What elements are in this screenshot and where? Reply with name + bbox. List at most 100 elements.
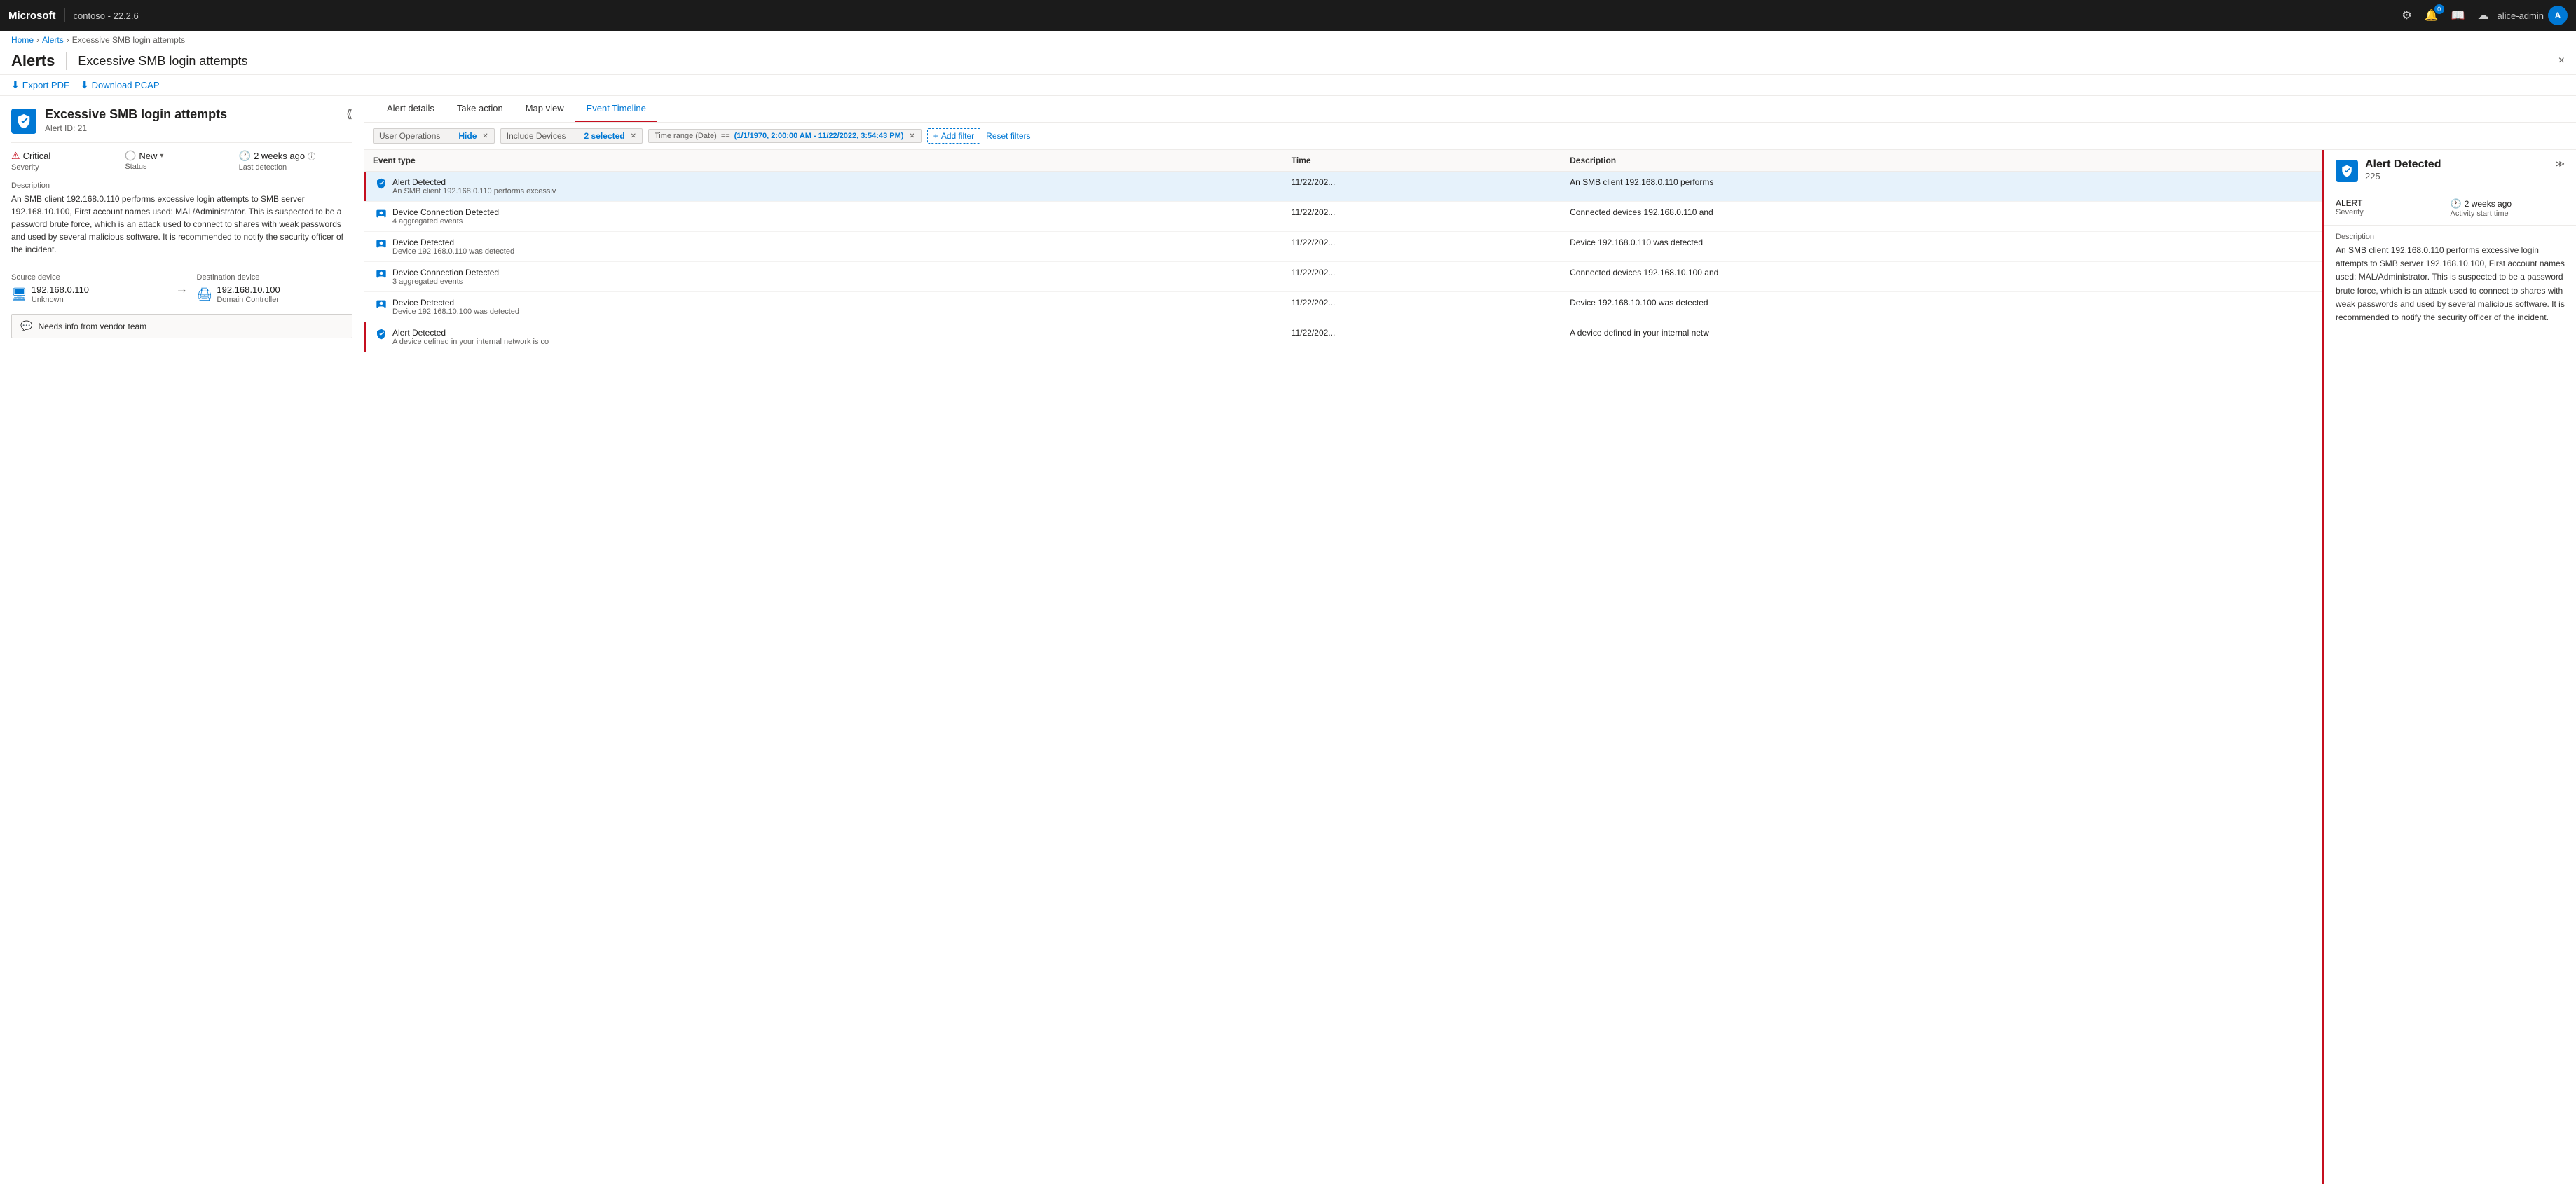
description-text: An SMB client 192.168.0.110 performs exc… bbox=[11, 193, 352, 256]
detail-expand-button[interactable]: ≫ bbox=[2555, 158, 2565, 170]
event-icon bbox=[376, 238, 390, 249]
detail-clock-icon: 🕐 bbox=[2451, 198, 2462, 209]
event-table-body: Alert Detected An SMB client 192.168.0.1… bbox=[364, 172, 2322, 352]
event-type-cell: Alert Detected A device defined in your … bbox=[364, 322, 1283, 352]
event-sub: An SMB client 192.168.0.110 performs exc… bbox=[392, 187, 556, 195]
event-desc-cell: An SMB client 192.168.0.110 performs bbox=[1561, 172, 2322, 202]
status-label: Status bbox=[125, 163, 230, 171]
filter-close-2[interactable]: ✕ bbox=[631, 132, 636, 140]
dest-device-label: Destination device bbox=[197, 273, 353, 282]
event-icon bbox=[376, 208, 390, 219]
breadcrumb-home[interactable]: Home bbox=[11, 35, 34, 45]
title-divider bbox=[66, 52, 67, 70]
avatar: A bbox=[2548, 6, 2568, 25]
detail-time-value: 🕐 2 weeks ago bbox=[2451, 198, 2565, 209]
event-time-cell: 11/22/202... bbox=[1283, 232, 1561, 262]
detail-severity-col: ALERT Severity bbox=[2336, 198, 2451, 218]
breadcrumb-alerts[interactable]: Alerts bbox=[42, 35, 64, 45]
status-text: New bbox=[139, 151, 157, 161]
filter-val-1: Hide bbox=[458, 131, 477, 141]
add-filter-button[interactable]: + Add filter bbox=[927, 128, 980, 144]
table-row[interactable]: Device Connection Detected 3 aggregated … bbox=[364, 262, 2322, 292]
cloud-icon[interactable]: ☁ bbox=[2478, 8, 2489, 22]
dest-device-section: Destination device 🖨 192.168.10.100 Doma… bbox=[197, 273, 353, 304]
status-value: New ▾ bbox=[125, 150, 230, 161]
event-time-cell: 11/22/202... bbox=[1283, 202, 1561, 232]
tab-alert-details[interactable]: Alert details bbox=[376, 96, 446, 122]
dest-device-info: 192.168.10.100 Domain Controller bbox=[217, 284, 280, 304]
event-type-cell: Device Connection Detected 3 aggregated … bbox=[364, 262, 1283, 292]
description-section: Description An SMB client 192.168.0.110 … bbox=[11, 181, 352, 256]
detail-panel: Alert Detected 225 ≫ ALERT Severity 🕐 2 … bbox=[2324, 150, 2576, 1184]
settings-icon[interactable]: ⚙ bbox=[2402, 8, 2411, 22]
tab-event-timeline[interactable]: Event Timeline bbox=[575, 96, 657, 122]
source-device-ip: 192.168.0.110 bbox=[32, 284, 89, 295]
page-header: Alerts Excessive SMB login attempts × bbox=[0, 49, 2576, 75]
alert-id: Alert ID: 21 bbox=[45, 123, 227, 133]
status-cell: New ▾ Status bbox=[125, 150, 238, 172]
detail-header: Alert Detected 225 ≫ bbox=[2324, 150, 2576, 191]
event-time-cell: 11/22/202... bbox=[1283, 322, 1561, 352]
breadcrumb-sep2: › bbox=[67, 35, 69, 45]
dest-device-value: 🖨 192.168.10.100 Domain Controller bbox=[197, 284, 353, 304]
detail-description: Description An SMB client 192.168.0.110 … bbox=[2324, 226, 2576, 1184]
breadcrumb-current: Excessive SMB login attempts bbox=[72, 35, 185, 45]
table-row[interactable]: Device Detected Device 192.168.0.110 was… bbox=[364, 232, 2322, 262]
status-chevron[interactable]: ▾ bbox=[160, 152, 163, 160]
event-name: Device Detected bbox=[392, 298, 519, 308]
download-pcap-label: Download PCAP bbox=[92, 80, 160, 90]
event-area: Event type Time Description Alert Detect… bbox=[364, 150, 2576, 1184]
event-name: Device Detected bbox=[392, 238, 514, 247]
arrow-right-icon: → bbox=[176, 282, 189, 296]
download-icon: ⬇ bbox=[11, 79, 20, 91]
export-pdf-button[interactable]: ⬇ Export PDF bbox=[11, 79, 69, 91]
topbar-icons: ⚙ 🔔 0 📖 ☁ bbox=[2402, 8, 2488, 22]
username-label: alice-admin bbox=[2498, 11, 2544, 21]
severity-label: Severity bbox=[11, 163, 116, 172]
topbar-user[interactable]: alice-admin A bbox=[2498, 6, 2568, 25]
critical-icon: ⚠ bbox=[11, 150, 20, 162]
tab-map-view[interactable]: Map view bbox=[514, 96, 575, 122]
topbar-app: contoso - 22.2.6 bbox=[74, 11, 139, 21]
table-row[interactable]: Device Detected Device 192.168.10.100 wa… bbox=[364, 292, 2322, 322]
page-title: Alerts bbox=[11, 52, 55, 70]
filter-close-1[interactable]: ✕ bbox=[482, 132, 488, 140]
notification-icon[interactable]: 🔔 0 bbox=[2425, 8, 2439, 22]
event-icon bbox=[376, 329, 390, 340]
event-desc-cell: Device 192.168.0.110 was detected bbox=[1561, 232, 2322, 262]
event-time-cell: 11/22/202... bbox=[1283, 172, 1561, 202]
tab-take-action[interactable]: Take action bbox=[446, 96, 514, 122]
close-button[interactable]: × bbox=[2558, 55, 2565, 67]
event-icon bbox=[376, 298, 390, 310]
table-row[interactable]: Device Connection Detected 4 aggregated … bbox=[364, 202, 2322, 232]
filter-op-2: == bbox=[570, 131, 580, 141]
page-subtitle: Excessive SMB login attempts bbox=[78, 54, 247, 69]
table-row[interactable]: Alert Detected An SMB client 192.168.0.1… bbox=[364, 172, 2322, 202]
detail-severity-sub: Severity bbox=[2336, 208, 2451, 216]
book-icon[interactable]: 📖 bbox=[2451, 8, 2465, 22]
filter-close-3[interactable]: ✕ bbox=[909, 132, 914, 140]
col-description: Description bbox=[1561, 150, 2322, 172]
table-row[interactable]: Alert Detected A device defined in your … bbox=[364, 322, 2322, 352]
alert-header: Excessive SMB login attempts Alert ID: 2… bbox=[11, 107, 352, 134]
filter-key-1: User Operations bbox=[379, 131, 440, 141]
filter-val-2: 2 selected bbox=[584, 131, 625, 141]
reset-filters-button[interactable]: Reset filters bbox=[986, 131, 1030, 141]
detail-count: 225 bbox=[2365, 171, 2441, 181]
event-type-cell: Device Detected Device 192.168.0.110 was… bbox=[364, 232, 1283, 262]
event-name: Alert Detected bbox=[392, 328, 549, 338]
detail-shield-icon bbox=[2336, 160, 2358, 182]
source-device-label: Source device bbox=[11, 273, 167, 282]
download-pcap-button[interactable]: ⬇ Download PCAP bbox=[81, 79, 160, 91]
right-panel: Alert details Take action Map view Event… bbox=[364, 96, 2576, 1184]
toolbar: ⬇ Export PDF ⬇ Download PCAP bbox=[0, 75, 2576, 96]
breadcrumb-sep1: › bbox=[36, 35, 39, 45]
dest-device-sub: Domain Controller bbox=[217, 296, 280, 304]
device-row: Source device 🖥 192.168.0.110 Unknown → … bbox=[11, 266, 352, 304]
detail-time-col: 🕐 2 weeks ago Activity start time bbox=[2451, 198, 2565, 218]
detail-desc-text: An SMB client 192.168.0.110 performs exc… bbox=[2336, 244, 2565, 324]
collapse-button[interactable]: ⟪ bbox=[346, 107, 352, 121]
info-icon: ⓘ bbox=[308, 151, 315, 162]
event-desc-cell: Device 192.168.10.100 was detected bbox=[1561, 292, 2322, 322]
filter-val-3: (1/1/1970, 2:00:00 AM - 11/22/2022, 3:54… bbox=[734, 132, 904, 140]
